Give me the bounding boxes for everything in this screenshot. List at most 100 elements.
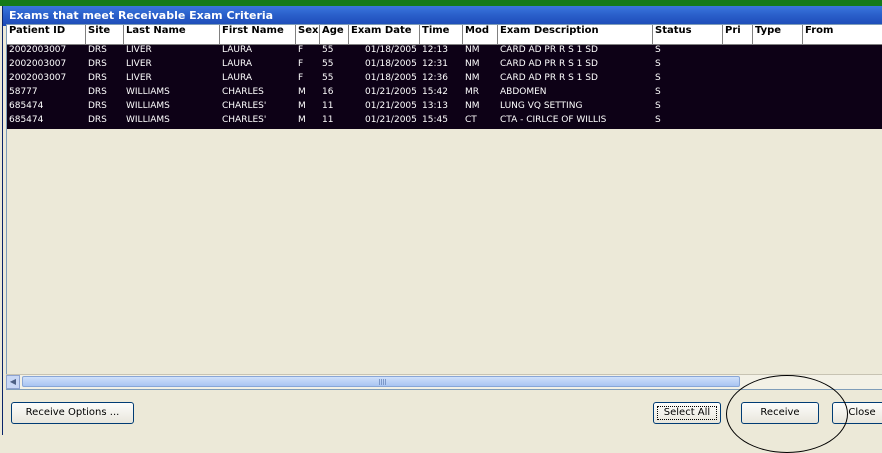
cell-mod: NM [465, 101, 480, 111]
cell-time: 12:36 [422, 73, 448, 83]
cell-type [753, 45, 803, 59]
cell-pri [723, 101, 753, 115]
column-header-pri[interactable]: Pri [723, 25, 753, 44]
scrollbar-grip [379, 379, 387, 385]
cell-first-name: CHARLES' [222, 115, 267, 125]
cell-type [753, 101, 803, 115]
cell-last-name: WILLIAMS [126, 101, 170, 111]
cell-from [803, 101, 882, 115]
cell-first-name: CHARLES' [222, 101, 267, 111]
cell-sex: F [298, 59, 304, 69]
cell-pri [723, 115, 753, 129]
receive-options-button[interactable]: Receive Options ... [11, 402, 134, 424]
grid-header: Patient ID Site Last Name First Name Sex Age E… [7, 25, 882, 45]
table-row[interactable]: 2002003007 DRS LIVER LAURA F 55 01/18/2005 12:3… [7, 73, 882, 87]
cell-time: 12:31 [422, 59, 448, 69]
cell-age: 55 [322, 59, 334, 69]
column-header-status[interactable]: Status [653, 25, 723, 44]
window-title: Exams that meet Receivable Exam Criteria [9, 9, 274, 22]
column-header-type[interactable]: Type [753, 25, 803, 44]
table-row[interactable]: 2002003007 DRS LIVER LAURA F 55 01/18/2005 12:1… [7, 45, 882, 59]
cell-from [803, 73, 882, 87]
cell-sex: M [298, 101, 306, 111]
cell-mod: NM [465, 45, 480, 55]
close-button[interactable]: Close [832, 402, 882, 424]
cell-age: 16 [322, 87, 334, 97]
table-row[interactable]: 685474 DRS WILLIAMS CHARLES' M 11 01/21/2005 15… [7, 115, 882, 129]
cell-exam-description: ABDOMEN [500, 87, 547, 97]
scrollbar-thumb[interactable] [22, 376, 740, 387]
cell-status: S [655, 73, 661, 83]
cell-sex: M [298, 87, 306, 97]
cell-status: S [655, 45, 661, 55]
cell-site: DRS [88, 59, 107, 69]
table-row[interactable]: 58777 DRS WILLIAMS CHARLES M 16 01/21/2005 15:4… [7, 87, 882, 101]
cell-patient-id: 58777 [9, 87, 38, 97]
cell-last-name: LIVER [126, 73, 152, 83]
column-header-mod[interactable]: Mod [463, 25, 498, 44]
cell-from [803, 115, 882, 129]
window-title-bar[interactable]: Exams that meet Receivable Exam Criteria [3, 6, 882, 26]
cell-patient-id: 685474 [9, 101, 44, 111]
cell-age: 11 [322, 101, 334, 111]
cell-status: S [655, 59, 661, 69]
column-header-first-name[interactable]: First Name [220, 25, 296, 44]
cell-first-name: LAURA [222, 73, 253, 83]
cell-pri [723, 45, 753, 59]
cell-time: 12:13 [422, 45, 448, 55]
cell-status: S [655, 115, 661, 125]
cell-age: 11 [322, 115, 334, 125]
cell-pri [723, 87, 753, 101]
cell-pri [723, 73, 753, 87]
cell-type [753, 87, 803, 101]
cell-exam-description: CARD AD PR R S 1 SD [500, 45, 598, 55]
cell-time: 15:42 [422, 87, 448, 97]
table-row[interactable]: 685474 DRS WILLIAMS CHARLES' M 11 01/21/2005 13… [7, 101, 882, 115]
column-header-time[interactable]: Time [420, 25, 463, 44]
cell-patient-id: 2002003007 [9, 73, 67, 83]
column-header-sex[interactable]: Sex [296, 25, 320, 44]
cell-site: DRS [88, 101, 107, 111]
column-header-exam-description[interactable]: Exam Description [498, 25, 653, 44]
column-header-site[interactable]: Site [86, 25, 124, 44]
cell-type [753, 73, 803, 87]
cell-from [803, 45, 882, 59]
cell-status: S [655, 87, 661, 97]
cell-exam-description: CTA - CIRLCE OF WILLIS [500, 115, 607, 125]
cell-site: DRS [88, 73, 107, 83]
cell-age: 55 [322, 45, 334, 55]
cell-sex: F [298, 45, 304, 55]
cell-last-name: WILLIAMS [126, 115, 170, 125]
cell-sex: F [298, 73, 304, 83]
cell-last-name: LIVER [126, 45, 152, 55]
cell-time: 15:45 [422, 115, 448, 125]
cell-patient-id: 685474 [9, 115, 44, 125]
cell-site: DRS [88, 87, 107, 97]
focus-rect [657, 406, 717, 420]
cell-last-name: LIVER [126, 59, 152, 69]
cell-first-name: LAURA [222, 59, 253, 69]
exams-grid: Patient ID Site Last Name First Name Sex Age E… [6, 24, 882, 390]
cell-first-name: LAURA [222, 45, 253, 55]
table-row[interactable]: 2002003007 DRS LIVER LAURA F 55 01/18/2005 12:3… [7, 59, 882, 73]
column-header-last-name[interactable]: Last Name [124, 25, 220, 44]
horizontal-scrollbar[interactable]: ◀ [6, 374, 882, 389]
cell-sex: M [298, 115, 306, 125]
receive-button[interactable]: Receive [741, 402, 819, 424]
column-header-age[interactable]: Age [320, 25, 349, 44]
scroll-left-arrow-icon[interactable]: ◀ [6, 375, 20, 389]
cell-time: 13:13 [422, 101, 448, 111]
cell-site: DRS [88, 45, 107, 55]
cell-mod: MR [465, 87, 480, 97]
cell-site: DRS [88, 115, 107, 125]
cell-from [803, 59, 882, 73]
cell-status: S [655, 101, 661, 111]
cell-mod: NM [465, 59, 480, 69]
column-header-exam-date[interactable]: Exam Date [349, 25, 420, 44]
cell-exam-description: CARD AD PR R S 1 SD [500, 59, 598, 69]
column-header-from[interactable]: From [803, 25, 882, 44]
cell-first-name: CHARLES [222, 87, 264, 97]
cell-type [753, 59, 803, 73]
column-header-patient-id[interactable]: Patient ID [7, 25, 86, 44]
select-all-button[interactable]: Select All [653, 402, 721, 424]
